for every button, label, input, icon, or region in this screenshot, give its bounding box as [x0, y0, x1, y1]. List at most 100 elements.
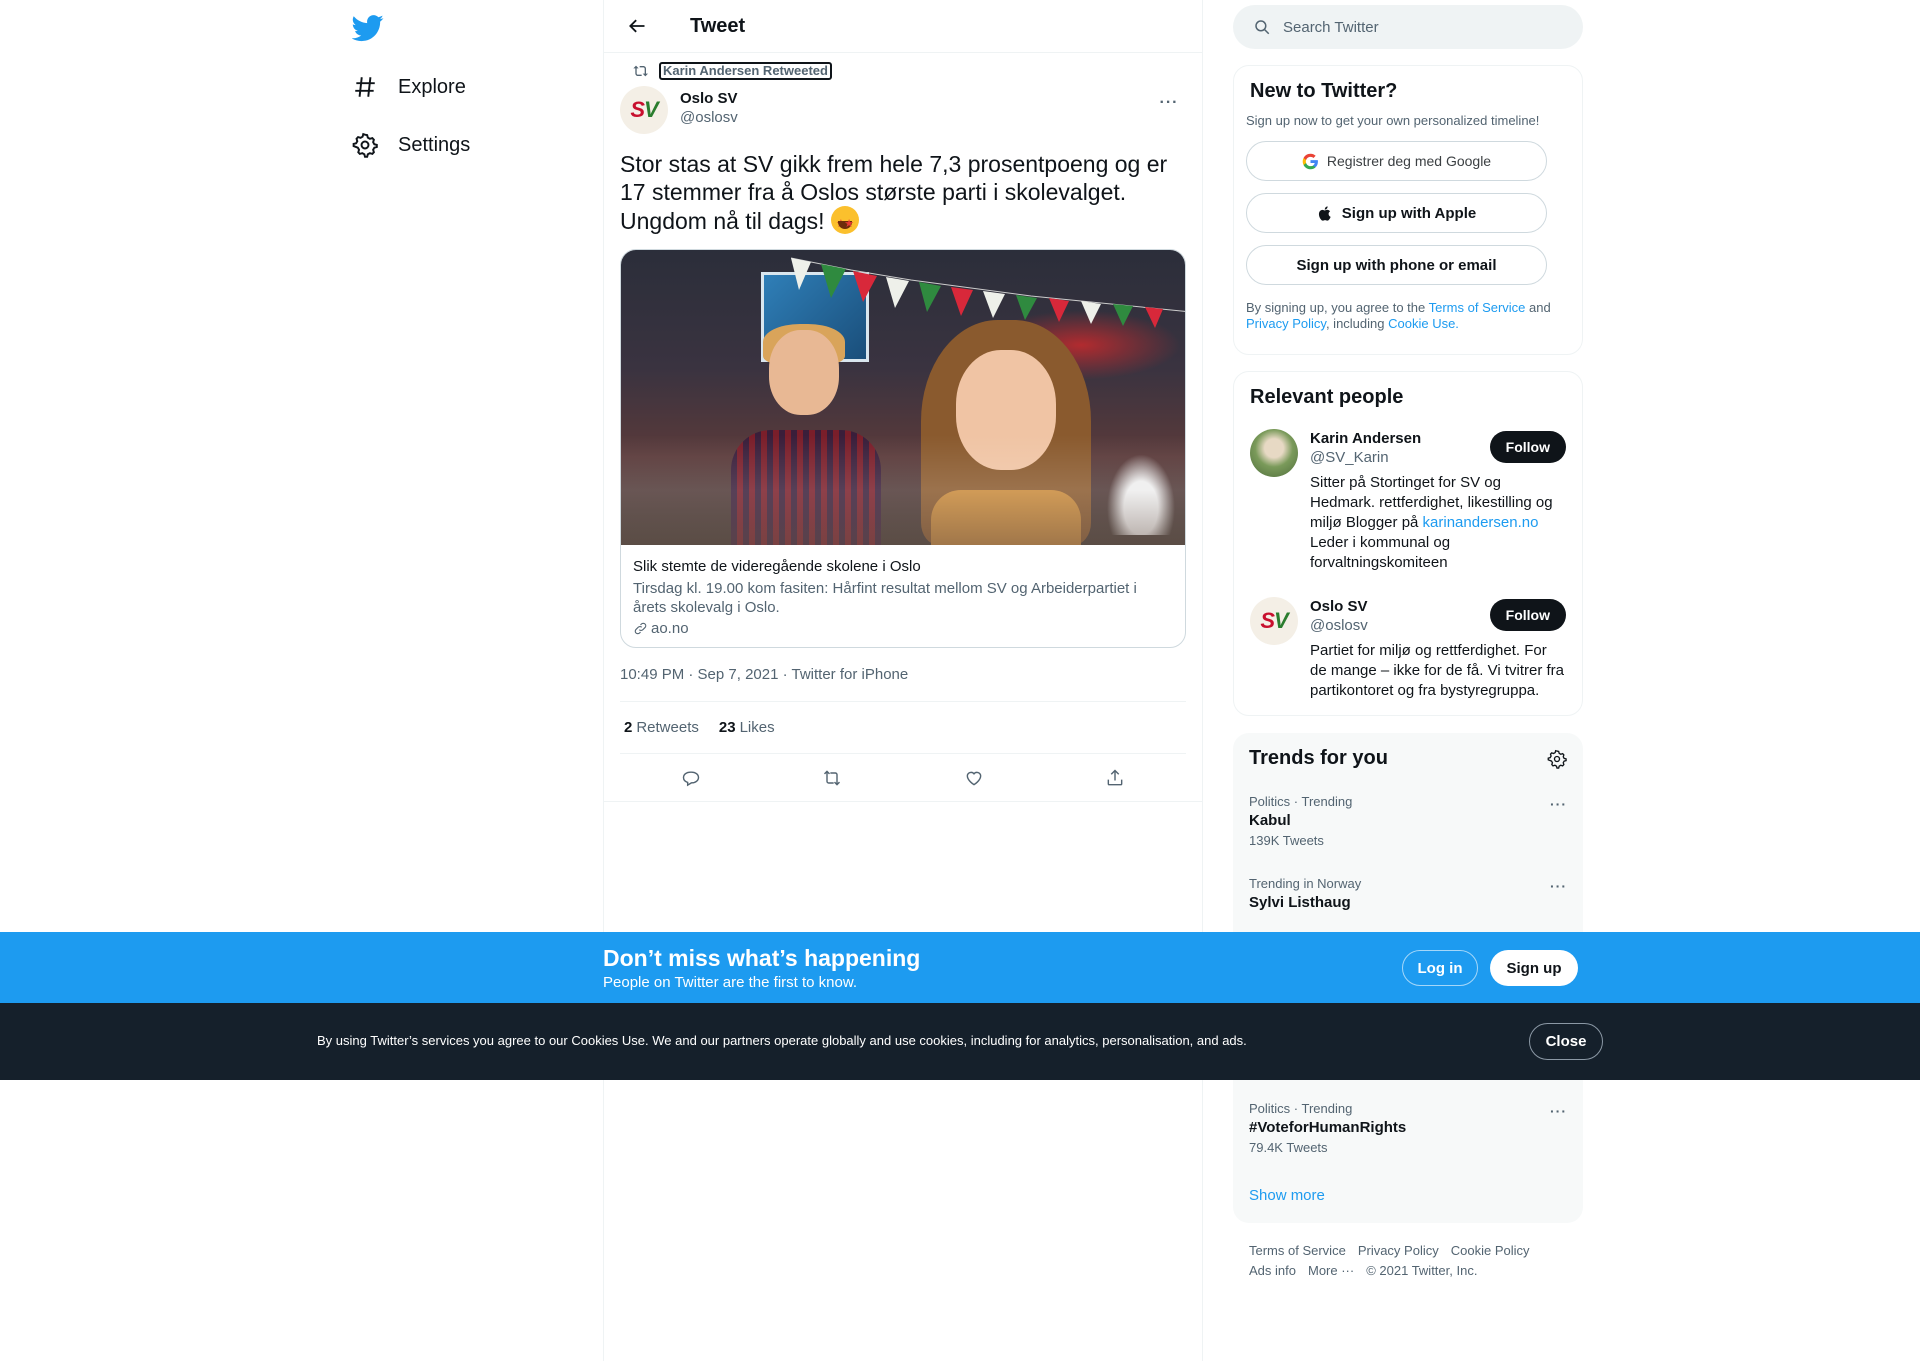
gear-icon	[352, 132, 378, 158]
legal-text: By signing up, you agree to the	[1246, 300, 1429, 315]
apple-signup-button[interactable]: Sign up with Apple	[1246, 193, 1547, 233]
back-button[interactable]	[620, 9, 654, 43]
retweets-count: 2	[624, 719, 633, 736]
retweets-label: Retweets	[636, 719, 699, 736]
signup-button[interactable]: Sign up	[1490, 950, 1578, 986]
link-icon	[634, 622, 647, 635]
search-box[interactable]	[1233, 5, 1583, 49]
trend-name: Sylvi Listhaug	[1249, 894, 1351, 911]
signup-legal-text: By signing up, you agree to the Terms of…	[1246, 300, 1570, 332]
trend-meta: Politics · Trending	[1249, 794, 1353, 809]
tweet-text: Stor stas at SV gikk frem hele 7,3 prose…	[620, 150, 1186, 238]
retweets-stat[interactable]: 2 Retweets	[624, 719, 699, 736]
avatar[interactable]	[1250, 429, 1298, 477]
trends-header: Trends for you	[1249, 747, 1567, 770]
google-signup-button[interactable]: Registrer deg med Google	[1246, 141, 1547, 181]
panel-title: New to Twitter?	[1250, 80, 1398, 102]
legal-text: and	[1525, 300, 1551, 315]
search-icon	[1255, 20, 1270, 35]
close-button[interactable]: Close	[1529, 1023, 1603, 1060]
search-input[interactable]	[1283, 18, 1563, 36]
more-options-icon[interactable]: ···	[1152, 86, 1186, 120]
reply-icon	[682, 770, 699, 786]
trend-item[interactable]: Trending in Norway Sylvi Listhaug ···	[1249, 876, 1567, 913]
nav-item-explore[interactable]: Explore	[352, 62, 466, 112]
google-signup-label: Registrer deg med Google	[1326, 153, 1492, 169]
footer-link[interactable]: Privacy Policy	[1358, 1243, 1439, 1258]
trend-item[interactable]: Politics · Trending #VoteforHumanRights …	[1249, 1101, 1567, 1156]
twitter-bird-icon[interactable]	[351, 12, 384, 44]
trend-item[interactable]: Politics · Trending Kabul 139K Tweets ··…	[1249, 794, 1567, 849]
trend-name: #VoteforHumanRights	[1249, 1119, 1407, 1136]
card-image	[621, 250, 1185, 545]
avatar[interactable]: SV	[1250, 597, 1298, 645]
new-to-twitter-panel: New to Twitter? Sign up now to get your …	[1233, 65, 1583, 355]
gear-icon[interactable]	[1547, 749, 1567, 769]
more-options-icon[interactable]: ···	[1550, 1103, 1567, 1119]
avatar[interactable]: SV	[620, 86, 668, 134]
terms-link[interactable]: Terms of Service	[1429, 300, 1526, 315]
nav-item-settings[interactable]: Settings	[352, 120, 470, 170]
likes-label: Likes	[739, 719, 775, 736]
footer-link[interactable]: Ads info	[1249, 1263, 1296, 1278]
cookie-use-link[interactable]: Cookie Use.	[1388, 316, 1459, 331]
person-card[interactable]: Karin Andersen @SV_Karin Sitter på Stort…	[1250, 429, 1566, 573]
tweet-timestamp[interactable]: 10:49 PM · Sep 7, 2021 · Twitter for iPh…	[620, 666, 1186, 702]
google-icon	[1302, 153, 1318, 169]
apple-icon	[1318, 205, 1331, 221]
tweet-text-content: Stor stas at SV gikk frem hele 7,3 prose…	[620, 151, 1168, 234]
heart-icon	[966, 771, 982, 785]
tweet-author: SV Oslo SV @oslosv ···	[620, 86, 1186, 134]
bio-text: Leder i kommunal og forvaltningskomiteen	[1310, 534, 1451, 571]
person-bio: Sitter på Stortinget for SV og Hedmark. …	[1310, 473, 1566, 573]
phone-email-signup-button[interactable]: Sign up with phone or email	[1246, 245, 1547, 285]
footer-link[interactable]: Cookie Policy	[1451, 1243, 1530, 1258]
likes-stat[interactable]: 23 Likes	[719, 719, 775, 736]
oslo-sv-logo: SV	[1260, 608, 1288, 633]
link-card[interactable]: Slik stemte de videregående skolene i Os…	[620, 249, 1186, 648]
tweet-actions	[604, 754, 1202, 802]
retweet-icon	[824, 769, 841, 786]
show-more-link[interactable]: Show more	[1249, 1187, 1325, 1204]
author-name[interactable]: Oslo SV	[680, 89, 738, 108]
reply-button[interactable]	[674, 761, 708, 795]
person-bio: Partiet for miljø og rettferdighet. For …	[1310, 642, 1565, 699]
panel-title: Trends for you	[1249, 747, 1388, 769]
arrow-left-icon	[629, 19, 645, 33]
privacy-link[interactable]: Privacy Policy	[1246, 316, 1326, 331]
person-card[interactable]: SV Oslo SV @oslosv Partiet for miljø og …	[1250, 597, 1566, 701]
phone-signup-label: Sign up with phone or email	[1296, 256, 1497, 274]
retweet-context: Karin Andersen Retweeted	[633, 62, 1186, 80]
card-description: Tirsdag kl. 19.00 kom fasiten: Hårfint r…	[633, 580, 1137, 616]
hashtag-icon	[355, 77, 375, 97]
oslo-sv-logo: SV	[630, 97, 658, 122]
copyright: © 2021 Twitter, Inc.	[1366, 1263, 1478, 1278]
share-button[interactable]	[1098, 761, 1132, 795]
retweeted-by-link[interactable]: Karin Andersen Retweeted	[659, 62, 832, 80]
card-title: Slik stemte de videregående skolene i Os…	[633, 558, 921, 575]
page-title: Tweet	[690, 14, 746, 37]
more-options-icon[interactable]: ···	[1550, 878, 1567, 894]
sidebar-footer: Terms of Service Privacy Policy Cookie Pol…	[1249, 1241, 1579, 1281]
nav-item-label: Explore	[398, 75, 466, 98]
follow-button[interactable]: Follow	[1489, 599, 1566, 631]
panel-title: Relevant people	[1250, 386, 1404, 408]
banner-title: Don’t miss what’s happening	[603, 945, 921, 971]
signup-banner: Don’t miss what’s happening People on Tw…	[0, 932, 1920, 1003]
author-names: Oslo SV @oslosv	[680, 86, 738, 127]
footer-link[interactable]: More ···	[1308, 1263, 1354, 1278]
follow-button[interactable]: Follow	[1489, 431, 1566, 463]
bio-link[interactable]: karinandersen.no	[1423, 514, 1539, 531]
retweet-button[interactable]	[815, 761, 849, 795]
relevant-people-panel: Relevant people Karin Andersen @SV_Karin…	[1233, 371, 1583, 716]
share-icon	[1107, 768, 1123, 785]
footer-link[interactable]: Terms of Service	[1249, 1243, 1346, 1258]
trend-count: 79.4K Tweets	[1249, 1140, 1328, 1155]
login-button[interactable]: Log in	[1402, 950, 1478, 986]
more-options-icon[interactable]: ···	[1550, 796, 1567, 812]
like-button[interactable]	[957, 761, 991, 795]
main-header: Tweet	[604, 0, 1202, 53]
author-handle[interactable]: @oslosv	[680, 108, 738, 127]
trend-meta: Trending in Norway	[1249, 876, 1362, 891]
banner-subtitle: People on Twitter are the first to know.	[603, 974, 858, 991]
